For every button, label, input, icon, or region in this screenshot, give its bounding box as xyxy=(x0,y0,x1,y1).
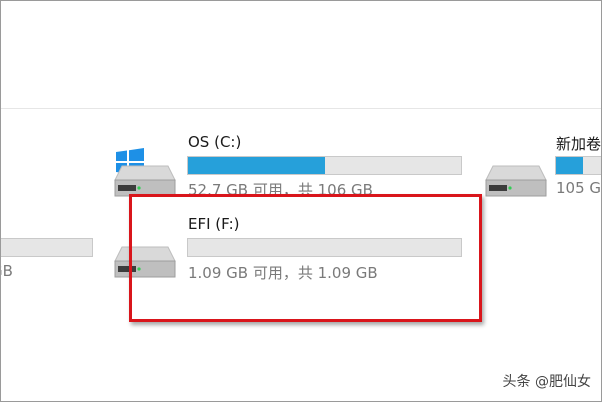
drive-name: 新加卷 xyxy=(556,135,602,153)
hard-drive-icon xyxy=(485,165,547,197)
drive-tile-new-volume[interactable]: 新加卷 105 GB xyxy=(479,126,602,201)
drive-space-text: 105 GB xyxy=(556,179,602,197)
drive-name: OS (C:) xyxy=(188,133,242,151)
drive-usage-bar xyxy=(555,156,601,175)
drive-usage-fill xyxy=(188,157,326,174)
drive-tile-c[interactable]: OS (C:) 52.7 GB 可用，共 106 GB xyxy=(111,126,471,201)
section-divider xyxy=(1,108,601,109)
red-highlight-box xyxy=(129,194,482,322)
drive-usage-fill xyxy=(556,157,584,174)
drive-usage-bar xyxy=(187,156,462,175)
explorer-content: GB OS (C:) 52.7 GB 可用，共 106 GB 新加卷 xyxy=(0,0,602,402)
drive-space-text: GB xyxy=(1,262,13,280)
hard-drive-icon xyxy=(114,165,176,197)
watermark: 头条 @肥仙女 xyxy=(502,374,591,390)
drive-usage-bar xyxy=(1,238,93,257)
drive-tile-partial-left[interactable]: GB xyxy=(1,231,101,281)
